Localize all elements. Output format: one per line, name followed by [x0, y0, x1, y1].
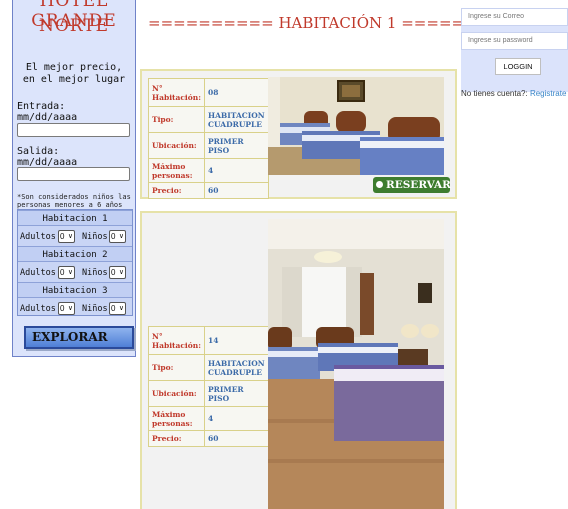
reserve-label: RESERVAR — [386, 179, 451, 191]
password-input[interactable]: Ingrese su password — [461, 32, 568, 50]
tagline-line-2: en el mejor lugar — [22, 74, 126, 85]
room-2-kids-value: 0 — [111, 268, 116, 277]
room-2-kids-label: Niños — [82, 268, 108, 278]
login-panel: Ingrese su Correo Ingrese su password LO… — [461, 8, 568, 98]
chevron-down-icon: ∨ — [118, 233, 124, 240]
room-1-kids-label: Niños — [82, 232, 108, 242]
email-input[interactable]: Ingrese su Correo — [461, 8, 568, 26]
room-number-label: N° Habitación: — [147, 326, 206, 355]
price-value: 60 — [204, 182, 269, 199]
room-3-kids-value: 0 — [111, 304, 116, 313]
max-people-value: 4 — [204, 406, 269, 431]
room-number-value: 14 — [204, 326, 269, 355]
chevron-down-icon: ∨ — [118, 305, 124, 312]
chevron-down-icon: ∨ — [67, 233, 73, 240]
room-2-row: Adultos 0 ∨ Niños 0 ∨ — [18, 263, 132, 283]
room-2-adults-select[interactable]: 0 ∨ — [58, 266, 75, 279]
room-type-label: Tipo: — [147, 354, 206, 381]
max-people-value: 4 — [204, 158, 269, 183]
room-1-adults-value: 0 — [60, 232, 65, 241]
room-1-adults-label: Adultos — [20, 232, 56, 242]
table-row: Tipo: HABITACION CUADRUPLE — [147, 106, 269, 133]
chevron-down-icon: ∨ — [118, 269, 124, 276]
checkout-input[interactable] — [17, 167, 130, 181]
room-photo — [268, 219, 444, 509]
table-row: N° Habitación: 14 — [147, 326, 269, 355]
location-value: PRIMER PISO — [204, 380, 269, 407]
chevron-down-icon: ∨ — [67, 305, 73, 312]
room-3-kids-select[interactable]: 0 ∨ — [109, 302, 126, 315]
room-type-value: HABITACION CUADRUPLE — [204, 106, 269, 133]
room-3-kids-label: Niños — [82, 304, 108, 314]
room-card-2: N° Habitación: 14 Tipo: HABITACION CUADR… — [140, 211, 457, 509]
table-row: Máximo personas: 4 — [147, 158, 269, 183]
price-value: 60 — [204, 430, 269, 447]
room-type-label: Tipo: — [147, 106, 206, 133]
room-photo-image — [268, 77, 444, 175]
room-1-kids-select[interactable]: 0 ∨ — [109, 230, 126, 243]
explore-button[interactable]: EXPLORAR — [24, 326, 134, 349]
chevron-down-icon: ∨ — [67, 269, 73, 276]
no-account-text: No tienes cuenta?: — [461, 89, 530, 98]
table-row: Tipo: HABITACION CUADRUPLE — [147, 354, 269, 381]
room-info-table: N° Habitación: 08 Tipo: HABITACION CUADR… — [147, 78, 269, 199]
table-row: Precio: 60 — [147, 182, 269, 199]
table-row: Ubicación: PRIMER PISO — [147, 380, 269, 407]
room-number-label: N° Habitación: — [147, 78, 206, 107]
register-link[interactable]: Registrate — [530, 89, 566, 98]
room-2-kids-select[interactable]: 0 ∨ — [109, 266, 126, 279]
rooms-selector: Habitacion 1 Adultos 0 ∨ Niños 0 ∨ Habitac… — [17, 209, 133, 316]
max-people-label: Máximo personas: — [147, 406, 206, 431]
max-people-label: Máximo personas: — [147, 158, 206, 183]
room-card-1: N° Habitación: 08 Tipo: HABITACION CUADR… — [140, 69, 457, 199]
search-panel: HOTEL GRANDE NORTE El mejor precio, en e… — [12, 0, 136, 357]
room-2-title: Habitacion 2 — [18, 246, 132, 262]
table-row: Ubicación: PRIMER PISO — [147, 132, 269, 159]
table-row: Precio: 60 — [147, 430, 269, 447]
room-photo — [268, 77, 444, 175]
room-3-row: Adultos 0 ∨ Niños 0 ∨ — [18, 299, 132, 319]
location-value: PRIMER PISO — [204, 132, 269, 159]
register-prompt: No tienes cuenta?: Registrate — [461, 89, 566, 98]
room-3-adults-value: 0 — [60, 304, 65, 313]
room-photo-image — [268, 219, 444, 509]
reserve-button[interactable]: RESERVAR — [373, 177, 451, 193]
price-label: Precio: — [147, 430, 206, 447]
tagline-line-1: El mejor precio, — [25, 62, 123, 73]
price-label: Precio: — [147, 182, 206, 199]
page-title: ========== HABITACIÓN 1 ========== — [148, 14, 527, 32]
room-3-adults-label: Adultos — [20, 304, 56, 314]
tagline: El mejor precio, en el mejor lugar — [13, 62, 135, 86]
room-1-title: Habitacion 1 — [18, 210, 132, 226]
table-row: N° Habitación: 08 — [147, 78, 269, 107]
table-row: Máximo personas: 4 — [147, 406, 269, 431]
room-3-title: Habitacion 3 — [18, 282, 132, 298]
room-3-adults-select[interactable]: 0 ∨ — [58, 302, 75, 315]
room-type-value: HABITACION CUADRUPLE — [204, 354, 269, 381]
room-2-adults-value: 0 — [60, 268, 65, 277]
room-number-value: 08 — [204, 78, 269, 107]
room-1-row: Adultos 0 ∨ Niños 0 ∨ — [18, 227, 132, 247]
room-2-adults-label: Adultos — [20, 268, 56, 278]
children-note: *Son considerados niños las personas men… — [17, 193, 131, 209]
login-button[interactable]: LOGGIN — [495, 58, 541, 75]
checkin-input[interactable] — [17, 123, 130, 137]
room-info-table: N° Habitación: 14 Tipo: HABITACION CUADR… — [147, 326, 269, 447]
hotel-brand: NORTE — [38, 16, 110, 36]
location-label: Ubicación: — [147, 380, 206, 407]
room-1-adults-select[interactable]: 0 ∨ — [58, 230, 75, 243]
room-1-kids-value: 0 — [111, 232, 116, 241]
location-label: Ubicación: — [147, 132, 206, 159]
bullet-icon — [376, 181, 383, 188]
